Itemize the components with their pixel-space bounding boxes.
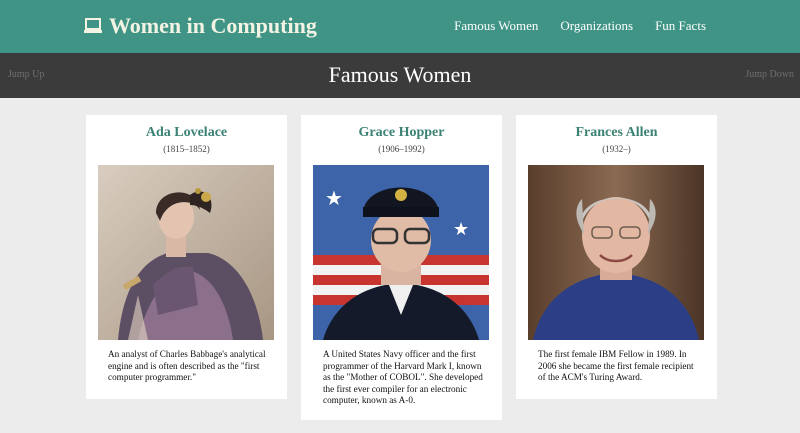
jump-down-link[interactable]: Jump Down — [745, 69, 794, 80]
profile-cards: Ada Lovelace (1815–1852) An analyst of C… — [86, 115, 717, 420]
svg-text:★: ★ — [325, 186, 343, 210]
portrait-grace-hopper-image: ★ ★ — [313, 165, 489, 340]
site-title: Women in Computing — [109, 13, 317, 38]
section-header-bar: Jump Up Famous Women Jump Down — [0, 53, 800, 98]
nav-organizations[interactable]: Organizations — [560, 18, 633, 34]
portrait-frances-allen-image — [528, 165, 704, 340]
laptop-icon — [84, 18, 102, 33]
main-nav: Famous Women Organizations Fun Facts — [454, 18, 706, 34]
card-years: (1906–1992) — [378, 144, 425, 154]
profile-card-frances-allen: Frances Allen (1932–) The first female I… — [516, 115, 717, 399]
card-description: The first female IBM Fellow in 1989. In … — [538, 349, 694, 382]
card-description: An analyst of Charles Babbage's analytic… — [108, 349, 266, 382]
nav-fun-facts[interactable]: Fun Facts — [655, 18, 706, 34]
section-title: Famous Women — [328, 62, 472, 87]
card-years: (1815–1852) — [163, 144, 210, 154]
card-description: A United States Navy officer and the fir… — [323, 349, 483, 405]
svg-text:★: ★ — [453, 219, 469, 240]
profile-card-grace-hopper: Grace Hopper (1906–1992) ★ ★ A United St… — [301, 115, 502, 420]
portrait-ada-lovelace-image — [98, 165, 274, 340]
card-years: (1932–) — [602, 144, 631, 154]
site-brand[interactable]: Women in Computing — [84, 13, 317, 39]
card-name: Frances Allen — [575, 125, 658, 140]
nav-famous-women[interactable]: Famous Women — [454, 18, 538, 34]
card-name: Ada Lovelace — [145, 125, 228, 140]
profile-card-ada-lovelace: Ada Lovelace (1815–1852) An analyst of C… — [86, 115, 287, 399]
card-name: Grace Hopper — [358, 125, 445, 140]
top-navbar: Women in Computing Famous Women Organiza… — [0, 0, 800, 53]
